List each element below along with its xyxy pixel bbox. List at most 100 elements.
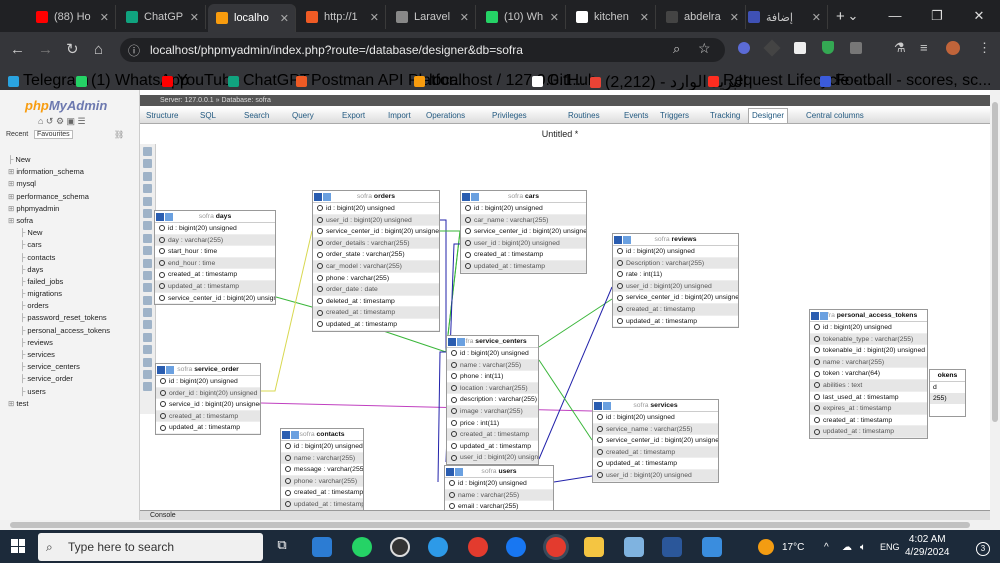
column-row[interactable]: id : bigint(20) unsigned: [155, 223, 275, 235]
info-icon[interactable]: [165, 213, 173, 221]
reload-icon[interactable]: ↻: [66, 41, 79, 59]
column-row[interactable]: id : bigint(20) unsigned: [156, 376, 260, 388]
sidebar-item[interactable]: ⊞ information_schema: [0, 166, 110, 178]
table-cars[interactable]: sofra cars id : bigint(20) unsigned car_na…: [460, 190, 587, 274]
bookmark-item[interactable]: GitHub: [532, 72, 597, 90]
table-toggle-icons[interactable]: [314, 193, 332, 201]
toggle-icon[interactable]: [448, 338, 456, 346]
relation-line[interactable]: [437, 351, 446, 483]
column-row[interactable]: created_at : timestamp: [155, 269, 275, 281]
close-button[interactable]: ✕: [958, 0, 1000, 32]
table-personal_access_tokens[interactable]: sofra personal_access_tokensid : bigint(…: [809, 309, 928, 439]
column-row[interactable]: id : bigint(20) unsigned: [313, 203, 439, 215]
app-icon[interactable]: [702, 537, 722, 557]
sidebar-item[interactable]: ├ personal_access_tokens: [0, 325, 110, 337]
table-toggle-icons[interactable]: [811, 312, 829, 320]
column-row[interactable]: updated_at : timestamp: [447, 441, 538, 453]
column-row[interactable]: updated_at : timestamp: [155, 280, 275, 293]
sidebar-item[interactable]: ├ service_centers: [0, 361, 110, 373]
site-info-icon[interactable]: ⓘ: [128, 42, 140, 59]
relation-line[interactable]: [260, 402, 593, 412]
column-row[interactable]: id : bigint(20) unsigned: [281, 441, 363, 453]
column-row[interactable]: name : varchar(255): [281, 452, 363, 465]
phpmyadmin-logo[interactable]: phpMyAdmin: [25, 98, 107, 113]
column-row[interactable]: rate : int(11): [613, 269, 738, 281]
tab-export[interactable]: Export: [342, 111, 365, 120]
tab-query[interactable]: Query: [292, 111, 314, 120]
column-row[interactable]: day : varchar(255): [155, 234, 275, 247]
info-icon[interactable]: [455, 468, 463, 476]
task-view-icon[interactable]: ⧉: [272, 537, 292, 557]
table-toggle-icons[interactable]: [448, 338, 466, 346]
close-icon[interactable]: ✕: [550, 11, 559, 24]
column-row[interactable]: order_date : date: [313, 284, 439, 296]
column-row[interactable]: updated_at : timestamp: [156, 422, 260, 434]
column-row[interactable]: end_hour : time: [155, 257, 275, 270]
console-bar[interactable]: Console: [140, 510, 990, 520]
tab-0[interactable]: (88) Ho ✕: [28, 5, 116, 29]
column-row[interactable]: updated_at : timestamp: [281, 498, 363, 511]
column-row[interactable]: service_center_id : bigint(20) unsigned: [313, 226, 439, 238]
notification-icon[interactable]: 3: [976, 542, 990, 556]
close-icon[interactable]: ✕: [640, 11, 649, 24]
toggle-icon[interactable]: [157, 366, 165, 374]
sidebar-item[interactable]: ├ failed_jobs: [0, 276, 110, 288]
relation-line[interactable]: [553, 475, 593, 483]
column-row[interactable]: order_state : varchar(255): [313, 249, 439, 261]
relation-line[interactable]: [538, 298, 613, 348]
close-icon[interactable]: ✕: [460, 11, 469, 24]
column-row[interactable]: user_id : bigint(20) unsigned: [461, 237, 586, 250]
sidebar-item[interactable]: ├ New: [0, 227, 110, 239]
sidebar-item[interactable]: ├ services: [0, 349, 110, 361]
tab-sql[interactable]: SQL: [200, 111, 216, 120]
extension-box-icon[interactable]: [850, 42, 862, 54]
vscode-icon[interactable]: [312, 537, 332, 557]
tab-privileges[interactable]: Privileges: [492, 111, 527, 120]
relation-line[interactable]: [440, 230, 461, 353]
info-icon[interactable]: [323, 193, 331, 201]
table-header[interactable]: sofra services: [593, 400, 718, 412]
reading-list-icon[interactable]: ≡: [920, 40, 928, 55]
tab-4[interactable]: Laravel ✕: [388, 5, 476, 29]
relation-line[interactable]: [440, 219, 447, 352]
column-row[interactable]: created_at : timestamp: [281, 487, 363, 499]
toggle-icon[interactable]: [462, 193, 470, 201]
column-row[interactable]: updated_at : timestamp: [313, 319, 439, 331]
avatar[interactable]: [946, 41, 960, 55]
tab-8[interactable]: إضافة ✕: [740, 5, 828, 29]
sidebar-item[interactable]: ⊞ test: [0, 398, 110, 410]
relation-line[interactable]: [445, 231, 461, 353]
column-row[interactable]: tokenable_id : bigint(20) unsigned: [810, 345, 927, 357]
horizontal-scrollbar[interactable]: [0, 520, 1000, 530]
column-row[interactable]: created_at : timestamp: [810, 415, 927, 427]
table-toggle-icons[interactable]: [157, 366, 175, 374]
tab-tracking[interactable]: Tracking: [710, 111, 740, 120]
extension-b-icon[interactable]: [794, 42, 806, 54]
taskbar-clock[interactable]: 4:02 AM 4/29/2024: [905, 533, 950, 559]
column-row[interactable]: updated_at : timestamp: [810, 426, 927, 438]
language-indicator[interactable]: ENG: [880, 542, 900, 552]
minimize-button[interactable]: —: [874, 0, 916, 32]
column-row[interactable]: user_id : bigint(20) unsigned: [613, 280, 738, 293]
tab-triggers[interactable]: Triggers: [660, 111, 689, 120]
bookmark-star-icon[interactable]: ☆: [698, 40, 711, 57]
bookmark-item[interactable]: Football - scores, sc...: [820, 72, 992, 90]
column-row[interactable]: last_used_at : timestamp: [810, 392, 927, 404]
tab-7[interactable]: abdelra ✕: [658, 5, 746, 29]
column-row[interactable]: phone : int(11): [447, 371, 538, 383]
column-row[interactable]: updated_at : timestamp: [593, 458, 718, 470]
tab-favourites[interactable]: Favourites: [34, 130, 73, 139]
table-header[interactable]: sofra orders: [313, 191, 439, 203]
sidebar-item[interactable]: ├ users: [0, 386, 110, 398]
url-text[interactable]: localhost/phpmyadmin/index.php?route=/da…: [150, 43, 523, 57]
sidebar-item[interactable]: ⊞ phpmyadmin: [0, 203, 110, 215]
sidebar-item[interactable]: ├ contacts: [0, 252, 110, 264]
speaker-icon[interactable]: 🔈︎: [860, 542, 866, 553]
column-row[interactable]: phone : varchar(255): [281, 475, 363, 488]
table-service_order[interactable]: sofra service_order id : bigint(20) unsig…: [155, 363, 261, 435]
column-row[interactable]: id : bigint(20) unsigned: [461, 203, 586, 215]
table-service_centers[interactable]: sofra service_centers id : bigint(20) uns…: [446, 335, 539, 465]
close-icon[interactable]: ✕: [100, 11, 109, 24]
sidebar-item[interactable]: ├ days: [0, 264, 110, 276]
tab-1[interactable]: ChatGP ✕: [118, 5, 206, 29]
